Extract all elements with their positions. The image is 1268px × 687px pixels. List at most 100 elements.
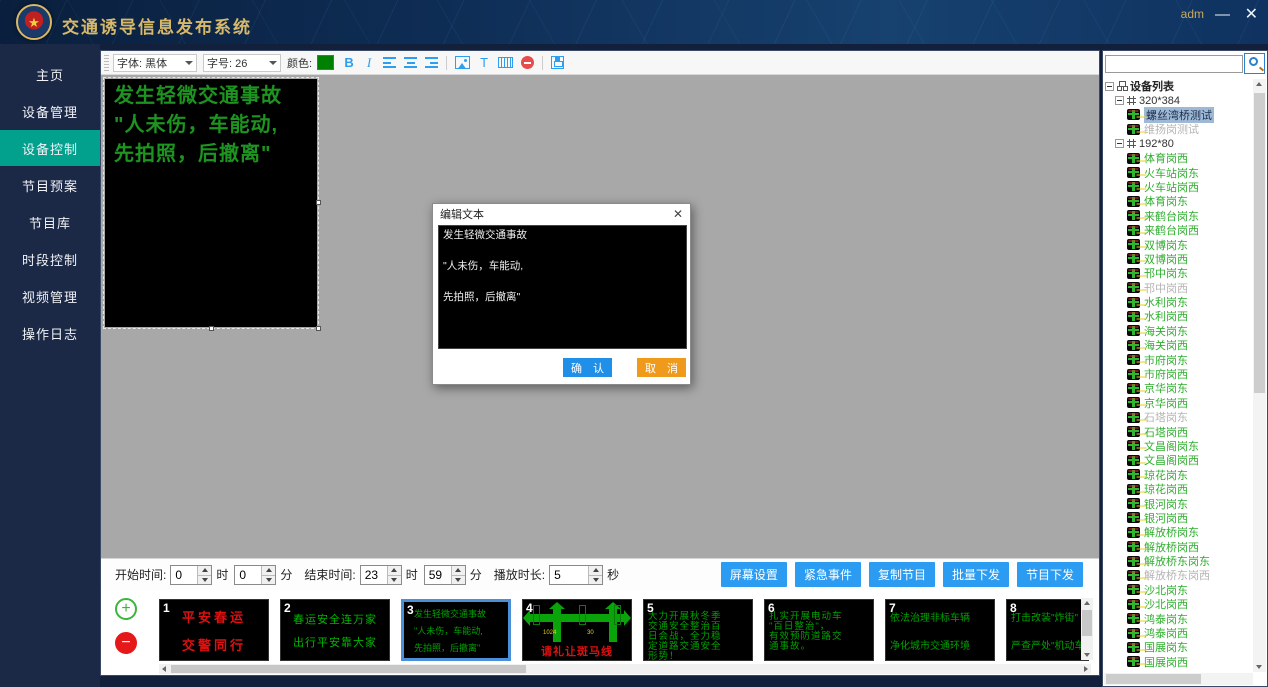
text-color-swatch[interactable] — [317, 55, 334, 70]
device-search-input[interactable] — [1105, 55, 1243, 73]
scroll-up-icon[interactable] — [1084, 601, 1090, 605]
sidebar-item-设备控制[interactable]: 设备控制 — [0, 130, 100, 166]
sidebar-item-主页[interactable]: 主页 — [0, 56, 100, 92]
tree-item-来鹤台岗东[interactable]: 来鹤台岗东 — [1105, 209, 1253, 223]
dialog-title-bar[interactable]: 编辑文本 ✕ — [433, 204, 690, 224]
tree-item-琼花岗西[interactable]: 琼花岗西 — [1105, 482, 1253, 496]
tree-item-京华岗东[interactable]: 京华岗东 — [1105, 381, 1253, 395]
tree-item-火车站岗东[interactable]: 火车站岗东 — [1105, 165, 1253, 179]
tree-group-320*384[interactable]: 320*384 — [1105, 93, 1253, 107]
align-right-icon[interactable] — [425, 57, 438, 68]
scroll-down-icon[interactable] — [1256, 665, 1262, 669]
tree-item-市府岗东[interactable]: 市府岗东 — [1105, 352, 1253, 366]
sidebar-item-视频管理[interactable]: 视频管理 — [0, 278, 100, 314]
spin-up-icon[interactable] — [198, 566, 211, 575]
start-hour-input[interactable] — [171, 568, 197, 582]
insert-text-button[interactable]: T — [476, 54, 492, 72]
font-family-select[interactable]: 字体: 黑体 — [113, 54, 197, 72]
resize-handle-bottom[interactable] — [209, 326, 214, 331]
spin-up-icon[interactable] — [262, 566, 275, 575]
align-left-icon[interactable] — [383, 57, 396, 68]
tree-item-石塔岗东[interactable]: 石塔岗东 — [1105, 410, 1253, 424]
minimize-button[interactable]: — — [1215, 4, 1230, 26]
spin-up-icon[interactable] — [589, 566, 602, 575]
tree-item-鸿泰岗东[interactable]: 鸿泰岗东 — [1105, 611, 1253, 625]
font-size-select[interactable]: 字号: 26 — [203, 54, 281, 72]
tree-item-体育岗西[interactable]: 体育岗西 — [1105, 151, 1253, 165]
sidebar-item-节目库[interactable]: 节目库 — [0, 204, 100, 240]
add-program-button[interactable]: + — [115, 598, 137, 620]
tree-item-来鹤台岗西[interactable]: 来鹤台岗西 — [1105, 223, 1253, 237]
start-hour-stepper[interactable] — [170, 565, 212, 585]
tree-item-文昌阁岗东[interactable]: 文昌阁岗东 — [1105, 439, 1253, 453]
tree-item-海关岗西[interactable]: 海关岗西 — [1105, 338, 1253, 352]
duration-input[interactable] — [550, 568, 588, 582]
program-thumbnail[interactable]: 5大力开展秋冬季交通安全整治百日会战，全力稳定道路交通安全形势！ — [643, 599, 753, 661]
tree-item-解放桥岗西[interactable]: 解放桥岗西 — [1105, 540, 1253, 554]
dialog-textarea[interactable]: 发生轻微交通事故 "人未伤，车能动, 先拍照，后撤离" — [438, 225, 687, 349]
italic-button[interactable]: I — [361, 54, 377, 72]
tree-item-水利岗东[interactable]: 水利岗东 — [1105, 295, 1253, 309]
program-thumbnail[interactable]: 3发生轻微交通事故"人未伤，车能动,先拍照，后撤离" — [401, 599, 511, 661]
spin-down-icon[interactable] — [198, 575, 211, 584]
tree-item-解放桥东岗西[interactable]: 解放桥东岗西 — [1105, 568, 1253, 582]
tree-item-解放桥岗东[interactable]: 解放桥岗东 — [1105, 525, 1253, 539]
action-button-复制节目[interactable]: 复制节目 — [869, 562, 935, 587]
tree-item-国展岗西[interactable]: 国展岗西 — [1105, 655, 1253, 669]
remove-program-button[interactable]: − — [115, 632, 137, 654]
bold-button[interactable]: B — [341, 54, 357, 72]
tree-item-沙北岗西[interactable]: 沙北岗西 — [1105, 597, 1253, 611]
collapse-icon[interactable] — [1115, 139, 1124, 148]
scroll-left-icon[interactable] — [162, 666, 166, 672]
action-button-批量下发[interactable]: 批量下发 — [943, 562, 1009, 587]
tree-item-螺丝湾桥测试[interactable]: 螺丝湾桥测试 — [1105, 108, 1253, 122]
sidebar-item-时段控制[interactable]: 时段控制 — [0, 241, 100, 277]
led-preview-panel[interactable]: 发生轻微交通事故"人未伤，车能动,先拍照，后撤离" — [105, 79, 317, 327]
tree-item-海关岗东[interactable]: 海关岗东 — [1105, 324, 1253, 338]
tree-item-京华岗西[interactable]: 京华岗西 — [1105, 396, 1253, 410]
program-thumbnail[interactable]: 6扎实开展电动车"百日整治"，有效预防道路交通事故。 — [764, 599, 874, 661]
tree-item-市府岗西[interactable]: 市府岗西 — [1105, 367, 1253, 381]
tree-item-银河岗东[interactable]: 银河岗东 — [1105, 496, 1253, 510]
sidebar-item-节目预案[interactable]: 节目预案 — [0, 167, 100, 203]
save-icon[interactable] — [551, 56, 564, 69]
end-minute-input[interactable] — [425, 568, 451, 582]
scrollbar-thumb[interactable] — [1082, 610, 1092, 636]
spin-down-icon[interactable] — [452, 575, 465, 584]
start-minute-input[interactable] — [235, 568, 261, 582]
tree-item-文昌阁岗西[interactable]: 文昌阁岗西 — [1105, 453, 1253, 467]
close-button[interactable]: ✕ — [1245, 4, 1258, 26]
tree-item-火车站岗西[interactable]: 火车站岗西 — [1105, 180, 1253, 194]
tree-item-鸿泰岗西[interactable]: 鸿泰岗西 — [1105, 626, 1253, 640]
tree-item-维扬岗测试[interactable]: 维扬岗测试 — [1105, 122, 1253, 136]
tree-horizontal-scrollbar[interactable] — [1104, 673, 1253, 685]
scrollbar-thumb[interactable] — [1254, 93, 1265, 393]
tree-item-双博岗西[interactable]: 双博岗西 — [1105, 252, 1253, 266]
program-thumbnail[interactable]: 7依法治理非标车辆净化城市交通环境 — [885, 599, 995, 661]
start-minute-stepper[interactable] — [234, 565, 276, 585]
resize-handle-right[interactable] — [316, 200, 321, 205]
dialog-close-icon[interactable]: ✕ — [673, 207, 683, 221]
tree-item-琼花岗东[interactable]: 琼花岗东 — [1105, 468, 1253, 482]
program-horizontal-scrollbar[interactable] — [159, 664, 1091, 674]
duration-stepper[interactable] — [549, 565, 603, 585]
program-thumbnail[interactable]: 2春运安全连万家出行平安靠大家 — [280, 599, 390, 661]
collapse-icon[interactable] — [1105, 82, 1114, 91]
align-center-icon[interactable] — [404, 57, 417, 68]
scroll-up-icon[interactable] — [1256, 82, 1262, 86]
collapse-icon[interactable] — [1115, 96, 1124, 105]
action-button-紧急事件[interactable]: 紧急事件 — [795, 562, 861, 587]
cancel-button[interactable]: 取 消 — [637, 358, 686, 377]
program-thumbnail[interactable]: 8打击改装"炸街"严查严处"机动车" — [1006, 599, 1089, 661]
delete-item-icon[interactable] — [521, 56, 534, 69]
sidebar-item-设备管理[interactable]: 设备管理 — [0, 93, 100, 129]
spin-up-icon[interactable] — [388, 566, 401, 575]
spin-down-icon[interactable] — [388, 575, 401, 584]
tree-root[interactable]: 设备列表 — [1105, 79, 1253, 93]
program-thumbnail[interactable]: 4102430请礼让斑马线 — [522, 599, 632, 661]
scroll-down-icon[interactable] — [1084, 653, 1090, 657]
tree-item-水利岗西[interactable]: 水利岗西 — [1105, 309, 1253, 323]
resize-handle-corner[interactable] — [316, 326, 321, 331]
tree-item-国展岗东[interactable]: 国展岗东 — [1105, 640, 1253, 654]
scroll-right-icon[interactable] — [1084, 666, 1088, 672]
